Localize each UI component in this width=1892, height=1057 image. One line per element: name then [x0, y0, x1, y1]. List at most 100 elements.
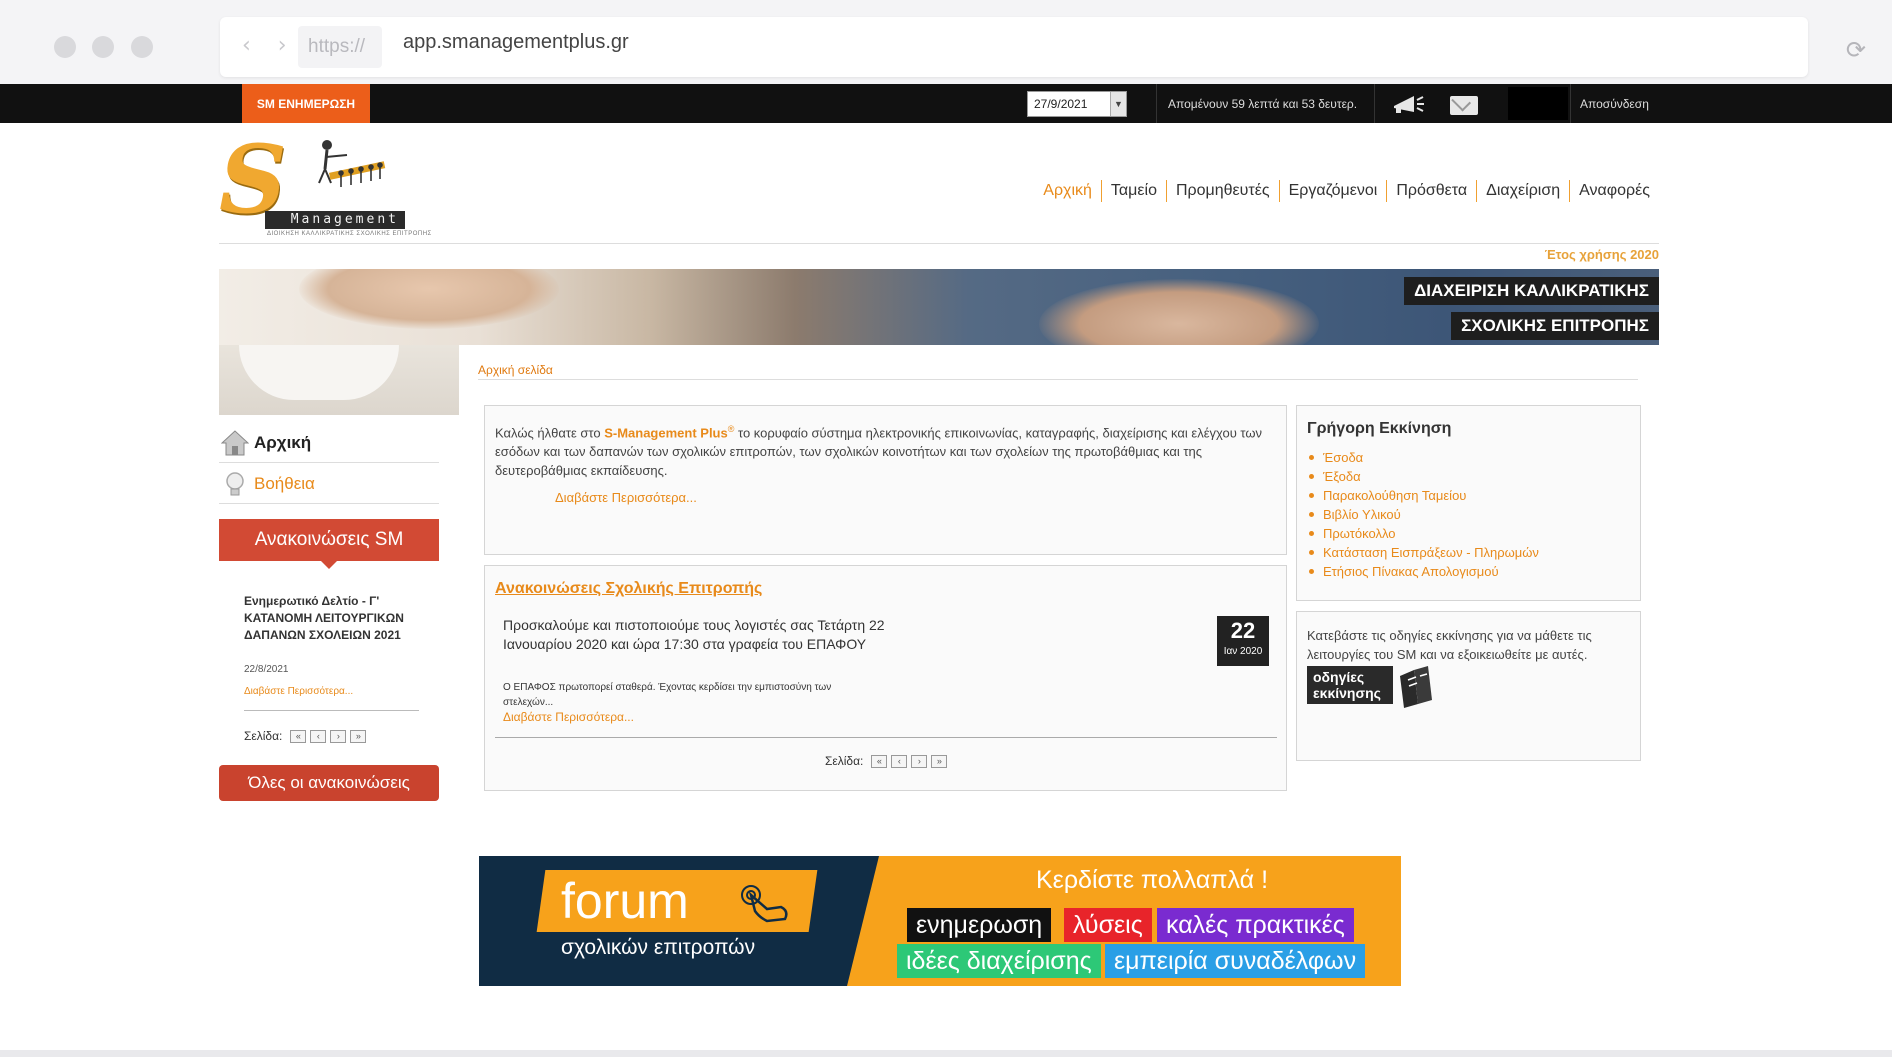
forum-chip-solutions: λύσεις [1064, 908, 1152, 942]
quick-start-box: Γρήγορη Εκκίνηση Έσοδα Έξοδα Παρακολούθη… [1296, 405, 1641, 601]
lightbulb-icon [226, 472, 244, 496]
first-page-icon[interactable]: « [290, 729, 307, 743]
last-page-icon[interactable]: » [931, 754, 948, 768]
nav-home[interactable]: Αρχική [1034, 180, 1101, 202]
banner-title-line1: ΔΙΑΧΕΙΡΙΣΗ ΚΑΛΛΙΚΡΑΤΙΚΗΣ [1404, 277, 1659, 305]
forum-promo-banner[interactable]: forum σχολικών επιτροπών Κερδίστε πολλαπ… [479, 856, 1401, 986]
nav-extras[interactable]: Πρόσθετα [1386, 180, 1476, 202]
window-minimize-dot[interactable] [92, 36, 114, 58]
breadcrumb[interactable]: Αρχική σελίδα [478, 363, 553, 377]
divider [495, 737, 1277, 738]
sm-logo[interactable]: S Management ΔΙΟΙΚΗΣΗ ΚΑΛΛΙΚΡΑΤΙΚΗΣ ΣΧΟΛ… [219, 133, 431, 237]
address-bar[interactable]: ‹ › https:// app.smanagementplus.gr [220, 17, 1808, 77]
pager-label: Σελίδα: [244, 729, 283, 743]
announcement-date: 22/8/2021 [244, 664, 289, 675]
quick-link-protocol[interactable]: Πρωτόκολλο [1309, 524, 1630, 543]
nav-reports[interactable]: Αναφορές [1569, 180, 1659, 202]
pointer-hand-icon [741, 885, 788, 923]
page-bottom-divider [0, 1050, 1892, 1057]
mail-icon[interactable] [1450, 96, 1478, 115]
session-timer: Απομένουν 59 λεπτά και 53 δευτερ. [1168, 97, 1358, 111]
banner-photo-cup [219, 345, 459, 415]
sidebar-item-home[interactable]: Αρχική [219, 423, 439, 463]
divider [244, 710, 419, 711]
quick-link-income[interactable]: Έσοδα [1309, 448, 1630, 467]
last-page-icon[interactable]: » [350, 729, 367, 743]
prev-page-icon[interactable]: ‹ [891, 754, 908, 768]
nav-employees[interactable]: Εργαζόμενοι [1278, 180, 1387, 202]
logo-wordmark: Management [265, 211, 405, 229]
browser-chrome: ‹ › https:// app.smanagementplus.gr ⟳ [0, 0, 1892, 84]
news-date-badge: 22 Ιαν 2020 [1217, 616, 1269, 666]
fiscal-year-label[interactable]: Έτος χρήσης 2020 [1545, 247, 1659, 262]
banner-photo-hand [1039, 279, 1319, 345]
quick-start-list: Έσοδα Έξοδα Παρακολούθηση Ταμείου Βιβλίο… [1307, 448, 1630, 581]
window-close-dot[interactable] [54, 36, 76, 58]
banner-photo-hand [299, 269, 559, 329]
news-month: Ιαν 2020 [1223, 646, 1263, 657]
window-maximize-dot[interactable] [131, 36, 153, 58]
url-protocol: https:// [298, 26, 382, 68]
forum-chip-ideas: ιδέες διαχείρισης [897, 944, 1101, 978]
banner-title-line2: ΣΧΟΛΙΚΗΣ ΕΠΙΤΡΟΠΗΣ [1451, 312, 1659, 340]
quick-link-receipts-payments[interactable]: Κατάσταση Εισπράξεων - Πληρωμών [1309, 543, 1630, 562]
next-page-icon[interactable]: › [330, 729, 347, 743]
news-pager: Σελίδα: « ‹ › » [825, 754, 948, 768]
nav-admin[interactable]: Διαχείριση [1476, 180, 1569, 202]
logout-link[interactable]: Αποσύνδεση [1580, 84, 1649, 124]
all-announcements-button[interactable]: Όλες οι ανακοινώσεις [219, 765, 439, 801]
forum-chip-practices: καλές πρακτικές [1157, 908, 1354, 942]
divider [1570, 84, 1571, 123]
announcement-read-more[interactable]: Διαβάστε Περισσότερα... [244, 686, 353, 697]
reload-icon[interactable]: ⟳ [1846, 36, 1866, 64]
news-read-more[interactable]: Διαβάστε Περισσότερα... [503, 710, 634, 724]
startup-guide-box: Κατεβάστε τις οδηγίες εκκίνησης για να μ… [1296, 611, 1641, 761]
date-select[interactable]: 27/9/2021 ▼ [1027, 91, 1127, 117]
quick-link-treasury-tracking[interactable]: Παρακολούθηση Ταμείου [1309, 486, 1630, 505]
site-top-bar: SM ΕΝΗΜΕΡΩΣΗ 27/9/2021 ▼ Απομένουν 59 λε… [0, 84, 1892, 123]
logo-subtitle: ΔΙΟΙΚΗΣΗ ΚΑΛΛΙΚΡΑΤΙΚΗΣ ΣΧΟΛΙΚΗΣ ΕΠΙΤΡΟΠΗ… [267, 231, 432, 237]
url-text[interactable]: app.smanagementplus.gr [403, 31, 629, 54]
startup-guide-button[interactable]: οδηγίες εκκίνησης [1307, 666, 1393, 704]
page-body: S Management ΔΙΟΙΚΗΣΗ ΚΑΛΛΙΚΡΑΤΙΚΗΣ ΣΧΟΛ… [0, 123, 1892, 1057]
guide-text: Κατεβάστε τις οδηγίες εκκίνησης για να μ… [1307, 628, 1592, 662]
committee-announcements-title[interactable]: Ανακοινώσεις Σχολικής Επιτροπής [495, 580, 762, 598]
forum-headline: Κερδίστε πολλαπλά ! [1036, 866, 1269, 894]
quick-link-material-book[interactable]: Βιβλίο Υλικού [1309, 505, 1630, 524]
divider [1156, 84, 1157, 123]
page-container: S Management ΔΙΟΙΚΗΣΗ ΚΑΛΛΙΚΡΑΤΙΚΗΣ ΣΧΟΛ… [219, 123, 1659, 1057]
divider [1374, 84, 1375, 123]
forum-word: forum [561, 873, 689, 929]
logo-figures-icon [318, 140, 386, 187]
home-icon [221, 430, 249, 456]
books-icon[interactable] [1396, 666, 1436, 708]
nav-treasury[interactable]: Ταμείο [1100, 180, 1166, 202]
next-page-icon[interactable]: › [911, 754, 928, 768]
sidebar-help-label: Βοήθεια [254, 474, 315, 493]
news-text: Προσκαλούμε και πιστοποιούμε τους λογιστ… [503, 617, 885, 652]
forum-subtitle: σχολικών επιτροπών [561, 936, 756, 959]
sm-news-tab[interactable]: SM ΕΝΗΜΕΡΩΣΗ [242, 84, 370, 123]
hero-banner: ΔΙΑΧΕΙΡΙΣΗ ΚΑΛΛΙΚΡΑΤΙΚΗΣ ΣΧΟΛΙΚΗΣ ΕΠΙΤΡΟ… [219, 269, 1659, 345]
user-area [1508, 87, 1568, 120]
chevron-down-icon[interactable]: ▼ [1110, 92, 1126, 116]
quick-link-expenses[interactable]: Έξοδα [1309, 467, 1630, 486]
sidebar-item-help[interactable]: Βοήθεια [219, 464, 439, 504]
prev-page-icon[interactable]: ‹ [310, 729, 327, 743]
date-value: 27/9/2021 [1034, 97, 1088, 111]
news-excerpt: Ο ΕΠΑΦΟΣ πρωτοπορεί σταθερά. Έχοντας κερ… [503, 682, 832, 708]
quick-link-annual-report[interactable]: Ετήσιος Πίνακας Απολογισμού [1309, 562, 1630, 581]
sidebar-pager: Σελίδα: « ‹ › » [244, 729, 367, 743]
megaphone-icon[interactable] [1392, 94, 1426, 114]
first-page-icon[interactable]: « [871, 754, 888, 768]
nav-suppliers[interactable]: Προμηθευτές [1165, 180, 1279, 202]
welcome-text-before: Καλώς ήλθατε στο [495, 425, 605, 441]
brand-name: S-Management Plus [604, 425, 728, 441]
quick-start-title: Γρήγορη Εκκίνηση [1307, 420, 1452, 437]
divider [478, 379, 1638, 380]
welcome-read-more[interactable]: Διαβάστε Περισσότερα... [555, 488, 1276, 507]
pager-label: Σελίδα: [825, 754, 864, 768]
announcement-title[interactable]: Ενημερωτικό Δελτίο - Γ' ΚΑΤΑΝΟΜΗ ΛΕΙΤΟΥΡ… [244, 593, 414, 644]
main-nav: Αρχική Ταμείο Προμηθευτές Εργαζόμενοι Πρ… [1034, 180, 1659, 202]
back-forward-icon[interactable]: ‹ › [242, 33, 297, 58]
